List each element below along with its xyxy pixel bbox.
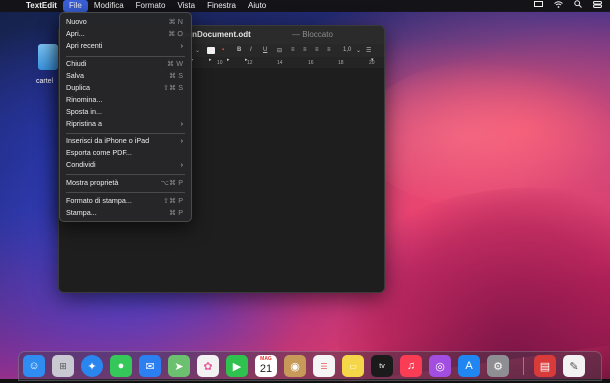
menu-item-apri-recenti[interactable]: Apri recenti › [60,40,191,52]
menu-item-apri[interactable]: Apri... ⌘ O [60,28,191,40]
desktop-folder-icon[interactable] [38,44,60,72]
app-menu-textedit[interactable]: TextEdit [20,0,63,12]
menu-item-nuovo[interactable]: Nuovo ⌘ N [60,16,191,28]
menu-item-condividi[interactable]: Condividi › [60,159,191,171]
contacts-icon[interactable]: ◉ [284,355,306,377]
strikethrough-icon[interactable]: ⊟ [277,47,282,54]
highlight-color-icon[interactable]: ▪ [222,47,224,53]
list-style-icon[interactable]: ☰ [366,47,371,54]
launchpad-icon[interactable]: ⊞ [52,355,74,377]
tab-stop-icon[interactable]: ▸ [227,57,230,63]
menu-separator [66,56,185,57]
menu-item-formato-di-stampa[interactable]: Formato di stampa... ⇧⌘ P [60,195,191,207]
align-center-icon[interactable]: ≡ [303,47,307,53]
menu-separator [66,133,185,134]
system-preferences-icon[interactable]: ⚙ [487,355,509,377]
menu-item-mostra-proprieta[interactable]: Mostra proprietà ⌥⌘ P [60,177,191,189]
text-color-swatch[interactable] [207,47,215,54]
notes-icon[interactable]: ▭ [342,355,364,377]
menu-item-salva[interactable]: Salva ⌘ S [60,70,191,82]
calendar-day: 21 [259,363,273,375]
desktop-folder-label[interactable]: cartel [36,78,53,85]
lock-status: — Bloccato [292,30,333,39]
underline-button[interactable]: U [263,47,267,53]
ruler-label: 16 [308,60,314,66]
calendar-month: MAG [260,356,272,362]
justify-icon[interactable]: ≡ [327,47,331,53]
menu-item-rinomina[interactable]: Rinomina... [60,94,191,106]
ruler-label: 10 [217,60,223,66]
tab-stop-icon[interactable]: ▸ [209,57,212,63]
podcasts-icon[interactable]: ◎ [429,355,451,377]
menu-item-duplica[interactable]: Duplica ⇧⌘ S [60,82,191,94]
font-size-chevron-icon[interactable]: ⌄ [195,47,200,54]
reminders-icon[interactable]: ☰ [313,355,335,377]
submenu-chevron-icon: › [180,119,183,128]
submenu-chevron-icon: › [180,41,183,50]
bold-button[interactable]: B [237,47,241,53]
control-center-icon[interactable] [593,0,602,12]
photos-icon[interactable]: ✿ [197,355,219,377]
submenu-chevron-icon: › [180,136,183,145]
line-spacing-value[interactable]: 1,0 [343,47,351,53]
finder-icon[interactable]: ☺ [23,355,45,377]
status-area [534,0,610,12]
align-left-icon[interactable]: ≡ [291,47,295,53]
menu-vista[interactable]: Vista [171,0,201,12]
menu-item-ripristina-a[interactable]: Ripristina a › [60,118,191,130]
menu-finestra[interactable]: Finestra [201,0,242,12]
menu-modifica[interactable]: Modifica [88,0,130,12]
mail-icon[interactable]: ✉ [139,355,161,377]
apple-tv-icon[interactable]: tv [371,355,393,377]
menu-item-chiudi[interactable]: Chiudi ⌘ W [60,58,191,70]
file-menu-dropdown: Nuovo ⌘ N Apri... ⌘ O Apri recenti › Chiudi… [59,12,192,222]
ruler-label: 18 [338,60,344,66]
app-store-icon[interactable]: A [458,355,480,377]
dock-separator [523,357,524,375]
submenu-chevron-icon: › [180,160,183,169]
menu-file[interactable]: File [62,0,88,12]
menu-item-esporta-pdf[interactable]: Esporta come PDF... [60,147,191,159]
align-right-icon[interactable]: ≡ [315,47,319,53]
ruler-label: 14 [277,60,283,66]
ruler-label: 20 [369,60,375,66]
wifi-icon[interactable] [554,0,563,12]
menu-formato[interactable]: Formato [130,0,172,12]
italic-button[interactable]: I [250,47,252,53]
spacing-chevron-icon[interactable]: ⌄ [356,47,361,54]
calendar-icon[interactable]: MAG 21 [255,355,277,377]
menu-item-sposta-in[interactable]: Sposta in... [60,106,191,118]
facetime-icon[interactable]: ▶ [226,355,248,377]
music-icon[interactable]: ♫ [400,355,422,377]
messages-icon[interactable]: ● [110,355,132,377]
menu-aiuto[interactable]: Aiuto [242,0,272,12]
dock: ☺ ⊞ ✦ ● ✉ ➤ ✿ ▶ MAG 21 ◉ ☰ ▭ tv ♫ ◎ A ⚙ … [18,351,602,381]
safari-icon[interactable]: ✦ [81,355,103,377]
ruler-label: 12 [247,60,253,66]
textedit-document-icon[interactable]: ▤ [534,355,556,377]
menu-item-inserisci-da-iphone[interactable]: Inserisci da iPhone o iPad › [60,135,191,147]
textedit-app-icon[interactable]: ✎ [563,355,585,377]
screen-mirroring-icon[interactable] [534,0,543,12]
menu-separator [66,192,185,193]
wallpaper-highlight [360,60,610,210]
maps-icon[interactable]: ➤ [168,355,190,377]
search-icon[interactable] [574,0,582,12]
menu-separator [66,174,185,175]
menu-bar: TextEdit File Modifica Formato Vista Fin… [0,0,610,12]
menu-item-stampa[interactable]: Stampa... ⌘ P [60,207,191,219]
